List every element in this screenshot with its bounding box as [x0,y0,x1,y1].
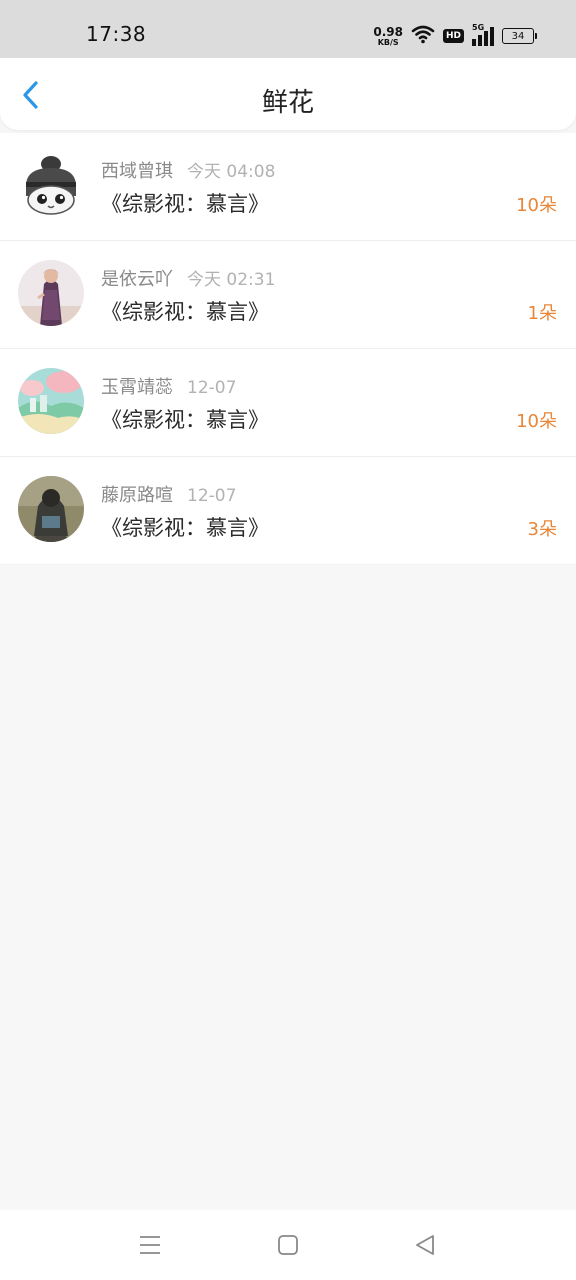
status-bar: 17:38 0.98 KB/S HD 5G 34 [0,0,576,58]
battery-level: 34 [511,30,525,42]
home-icon [275,1235,301,1262]
network-speed-value: 0.98 [373,24,403,39]
record-meta: 是依云吖 今天 02:31 [101,265,275,291]
signal-bar [484,31,488,46]
flower-count: 10朵 [516,195,557,216]
record-time: 12-07 [187,486,237,506]
list-item[interactable]: 藤原路喧 12-07 《综影视：慕言》 3朵 [0,457,576,565]
flower-count: 10朵 [516,411,557,432]
home-button[interactable] [275,1232,301,1258]
sender-name: 是依云吖 [101,269,173,290]
avatar[interactable] [18,152,84,218]
signal-bar [478,35,482,46]
record-time: 今天 02:31 [187,270,276,290]
hd-icon: HD [442,29,464,43]
book-title: 《综影视：慕言》 [101,192,269,216]
record-meta: 玉霄靖蕊 12-07 [101,373,236,399]
avatar[interactable] [18,260,84,326]
wifi-icon [411,24,435,48]
system-nav-bar [0,1210,576,1280]
list-item[interactable]: 西域曾琪 今天 04:08 《综影视：慕言》 10朵 [0,133,576,241]
signal-bar [490,27,494,46]
flower-count: 3朵 [527,519,557,540]
status-icons: 0.98 KB/S HD 5G 34 [373,22,537,50]
network-speed-unit: KB/S [377,37,399,47]
back-nav-button[interactable] [412,1232,438,1258]
page-title: 鲜花 [261,88,314,118]
menu-button[interactable] [137,1232,163,1258]
flower-count: 1朵 [527,303,557,324]
signal-bar [472,39,476,46]
book-title: 《综影视：慕言》 [101,408,269,432]
back-triangle-icon [412,1235,438,1262]
signal-5g-icon: 5G [472,23,494,46]
avatar[interactable] [18,368,84,434]
book-title: 《综影视：慕言》 [101,516,269,540]
flower-record-list: 西域曾琪 今天 04:08 《综影视：慕言》 10朵 是依云吖 今天 02:31 《… [0,133,576,565]
signal-label: 5G [472,23,485,32]
network-speed: 0.98 KB/S [373,26,403,47]
list-item[interactable]: 玉霄靖蕊 12-07 《综影视：慕言》 10朵 [0,349,576,457]
book-title: 《综影视：慕言》 [101,300,269,324]
status-time: 17:38 [86,22,147,46]
avatar[interactable] [18,476,84,542]
app-header: 鲜花 [0,58,576,130]
record-time: 今天 04:08 [187,162,276,182]
sender-name: 藤原路喧 [101,485,173,506]
sender-name: 西域曾琪 [101,161,173,182]
list-item[interactable]: 是依云吖 今天 02:31 《综影视：慕言》 1朵 [0,241,576,349]
battery-icon: 34 [502,28,537,44]
menu-icon [137,1236,163,1262]
record-time: 12-07 [187,378,237,398]
record-meta: 西域曾琪 今天 04:08 [101,157,275,183]
sender-name: 玉霄靖蕊 [101,377,173,398]
record-meta: 藤原路喧 12-07 [101,481,236,507]
